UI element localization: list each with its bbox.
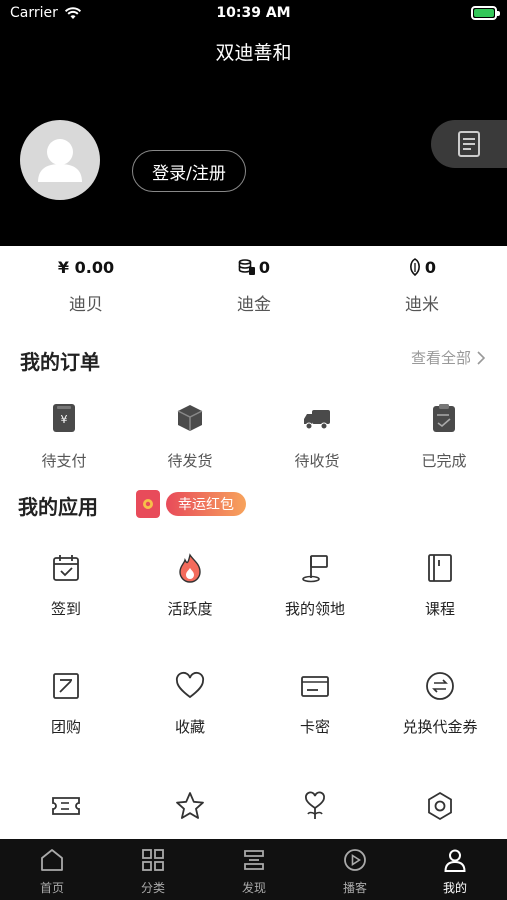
app-label: 活跃度 [167, 600, 213, 618]
truck-icon [304, 410, 330, 430]
app-star[interactable] [140, 790, 240, 836]
login-register-button[interactable]: 登录/注册 [132, 150, 246, 192]
payment-icon: ¥ [53, 404, 75, 432]
grid-icon [142, 849, 164, 871]
dijin-value: 0 [258, 257, 271, 277]
play-icon [344, 849, 366, 871]
see-all-orders-link[interactable]: 查看全部 [411, 347, 485, 368]
order-completed[interactable]: 已完成 [404, 402, 484, 471]
star-icon [176, 792, 204, 819]
app-label: 卡密 [299, 718, 330, 736]
tab-label: 发现 [241, 881, 266, 895]
app-exchange-voucher[interactable]: 兑换代金券 [390, 670, 490, 737]
app-label: 我的领地 [284, 600, 345, 618]
profile-header: 双迪善和 登录/注册 [0, 28, 507, 246]
main-content: ¥ 0.00 迪贝 0 迪金 0 迪米 我的订单 查看全部 ¥ 待支付 待发货 … [0, 246, 507, 839]
wallet-dijin[interactable]: 0 迪金 [174, 256, 334, 316]
order-pending-payment[interactable]: ¥ 待支付 [24, 402, 104, 471]
app-label: 团购 [50, 718, 81, 736]
wallet-summary: ¥ 0.00 迪贝 0 迪金 0 迪米 [0, 246, 507, 326]
dijin-label: 迪金 [237, 295, 271, 315]
app-favorites[interactable]: 收藏 [140, 670, 240, 737]
user-placeholder-icon [38, 139, 82, 182]
app-label: 签到 [50, 600, 81, 618]
app-settings[interactable] [390, 790, 490, 836]
calendar-check-icon [53, 555, 79, 581]
flame-icon [179, 553, 201, 583]
app-courses[interactable]: 课程 [390, 552, 490, 619]
red-envelope-icon [136, 490, 160, 518]
dibei-label: 迪贝 [69, 295, 103, 315]
lucky-red-packet-badge[interactable]: 幸运红包 [136, 490, 246, 518]
orders-title: 我的订单 [20, 350, 100, 374]
app-label: 收藏 [174, 718, 205, 736]
tab-label: 我的 [442, 881, 467, 895]
battery-icon [471, 6, 500, 20]
see-all-label: 查看全部 [410, 349, 471, 367]
tab-category[interactable]: 分类 [103, 847, 203, 896]
tab-podcast[interactable]: 播客 [305, 847, 405, 896]
app-group-buy[interactable]: 团购 [16, 670, 116, 737]
page-title: 双迪善和 [215, 42, 292, 64]
tab-label: 分类 [140, 881, 165, 895]
app-activity[interactable]: 活跃度 [140, 552, 240, 619]
order-label: 已完成 [421, 452, 467, 470]
book-icon [428, 554, 452, 582]
document-icon [458, 131, 480, 157]
order-label: 待发货 [167, 452, 213, 470]
tab-label: 播客 [342, 881, 367, 895]
avatar[interactable] [20, 120, 100, 200]
app-my-territory[interactable]: 我的领地 [265, 552, 365, 619]
package-icon [177, 405, 203, 431]
clipboard-check-icon [433, 404, 455, 432]
coins-icon [238, 259, 255, 275]
tab-label: 首页 [39, 881, 64, 895]
order-label: 待收货 [294, 452, 340, 470]
flag-icon [302, 555, 328, 583]
ticket-icon [52, 797, 80, 815]
discover-icon [244, 850, 264, 870]
card-icon [301, 676, 329, 697]
app-heart-flower[interactable] [265, 790, 365, 836]
home-icon [41, 849, 63, 871]
order-pending-shipment[interactable]: 待发货 [150, 402, 230, 471]
grain-icon [409, 258, 420, 276]
dibei-value: ¥ 0.00 [57, 257, 115, 277]
wallet-dibei[interactable]: ¥ 0.00 迪贝 [6, 256, 166, 316]
dimi-label: 迪米 [405, 295, 439, 315]
status-time: 10:39 AM [216, 5, 291, 21]
svg-text:¥: ¥ [61, 413, 68, 426]
wallet-dimi[interactable]: 0 迪米 [342, 256, 502, 316]
tab-home[interactable]: 首页 [2, 847, 102, 896]
app-sign-in[interactable]: 签到 [16, 552, 116, 619]
bottom-tab-bar: 首页 分类 发现 播客 我的 [0, 839, 507, 900]
order-pending-receipt[interactable]: 待收货 [277, 402, 357, 471]
dimi-value: 0 [424, 257, 437, 277]
order-label: 待支付 [41, 452, 87, 470]
settings-hex-icon [428, 791, 452, 821]
exchange-icon [426, 672, 454, 700]
arrow-box-icon [53, 673, 79, 699]
status-bar: Carrier 10:39 AM [0, 0, 507, 28]
app-card-code[interactable]: 卡密 [265, 670, 365, 737]
user-icon [444, 849, 466, 872]
app-label: 兑换代金券 [402, 718, 478, 736]
document-tab-button[interactable] [431, 120, 507, 168]
app-ticket[interactable] [16, 790, 116, 836]
app-label: 课程 [424, 600, 455, 618]
tab-discover[interactable]: 发现 [204, 847, 304, 896]
chevron-right-icon [477, 350, 485, 365]
heart-flower-icon [305, 791, 325, 819]
lucky-badge-label: 幸运红包 [166, 492, 246, 516]
tab-mine[interactable]: 我的 [405, 847, 505, 896]
heart-icon [175, 671, 205, 699]
apps-title: 我的应用 [18, 495, 98, 519]
